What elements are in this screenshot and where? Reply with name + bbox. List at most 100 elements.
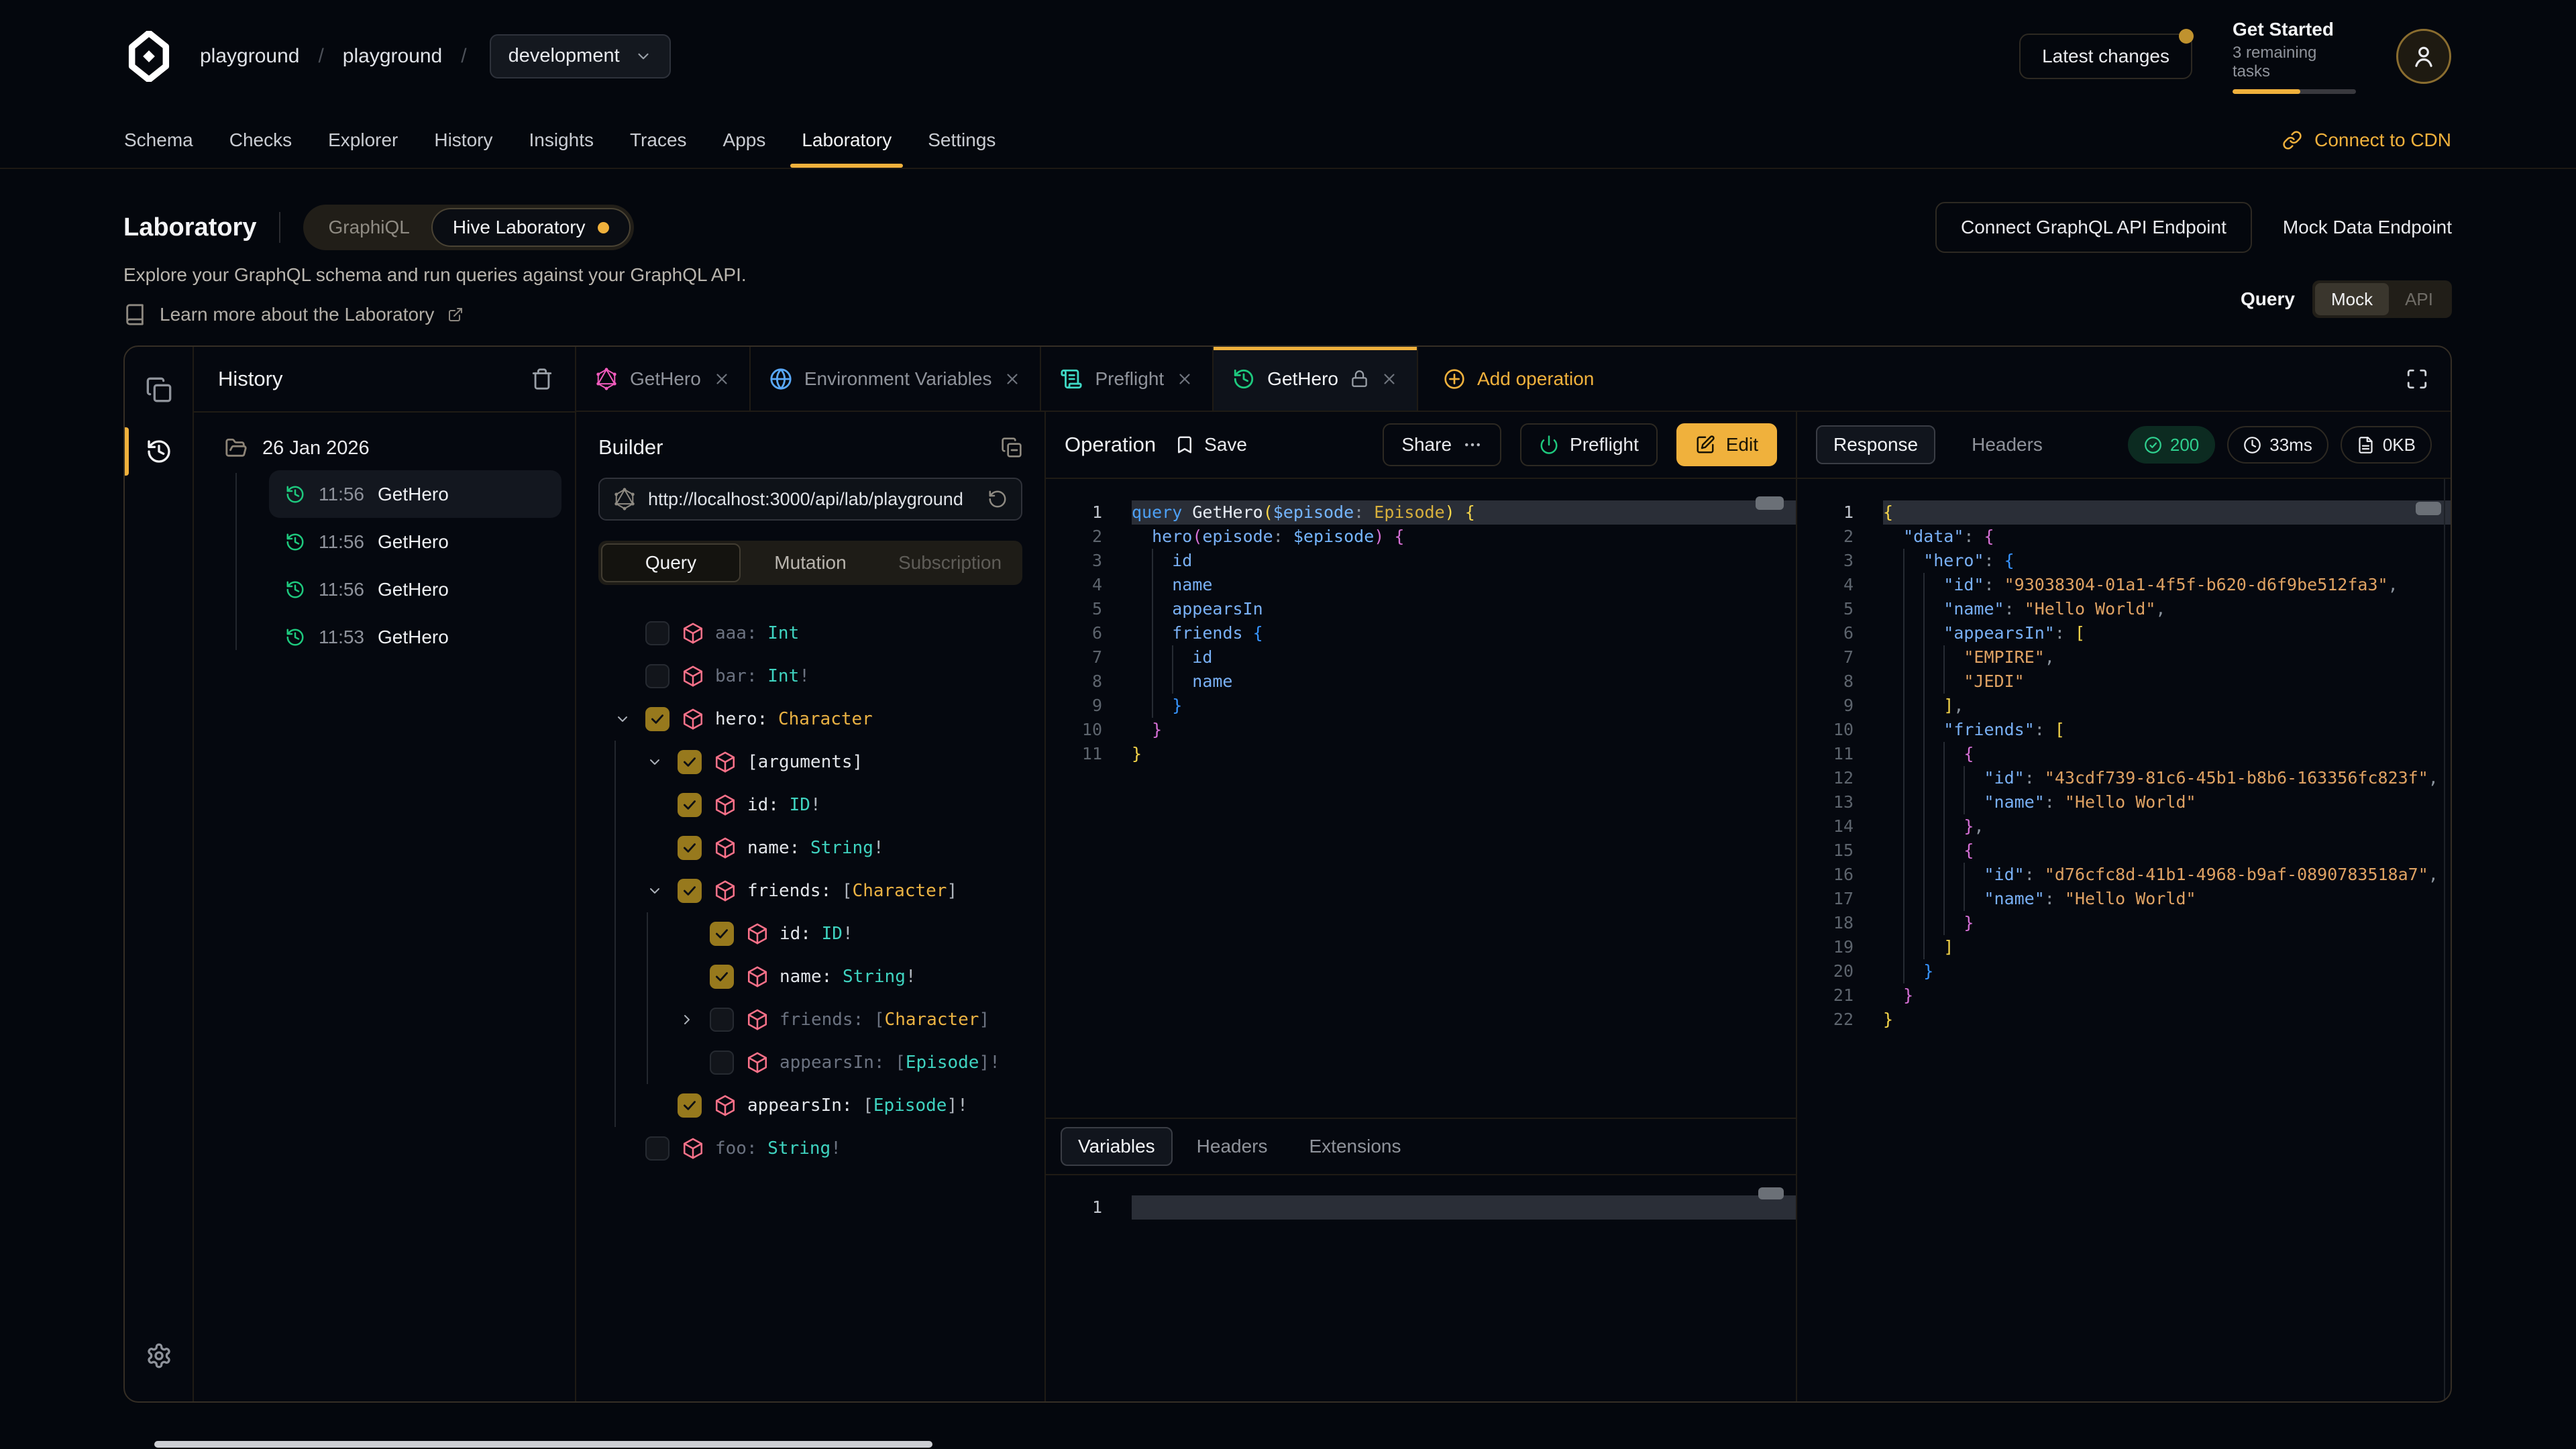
add-operation-button[interactable]: Add operation — [1418, 347, 1619, 411]
tab-extensions[interactable]: Extensions — [1292, 1127, 1419, 1166]
schema-field-row[interactable]: appearsIn: [Episode]! — [598, 1084, 1022, 1127]
scrollbar-thumb[interactable] — [1756, 496, 1784, 510]
field-checkbox[interactable] — [645, 621, 669, 645]
operation-tab-gethero[interactable]: GetHero — [576, 347, 751, 411]
mode-option-hive-laboratory[interactable]: Hive Laboratory — [431, 208, 631, 247]
nav-tab-laboratory[interactable]: Laboratory — [784, 112, 910, 168]
operation-tab-gethero[interactable]: GetHero — [1214, 347, 1418, 411]
schema-field-row[interactable]: name: String! — [598, 955, 1022, 998]
variables-editor[interactable]: 1 — [1046, 1175, 1796, 1401]
close-icon[interactable] — [1381, 370, 1398, 388]
field-checkbox[interactable] — [678, 1093, 702, 1118]
schema-field-row[interactable]: id: ID! — [598, 912, 1022, 955]
field-checkbox[interactable] — [710, 1008, 734, 1032]
schema-field-row[interactable]: friends: [Character] — [598, 869, 1022, 912]
schema-field-row[interactable]: appearsIn: [Episode]! — [598, 1041, 1022, 1084]
save-button[interactable]: Save — [1175, 434, 1247, 455]
field-colon-space — [885, 1053, 896, 1073]
operation-tab-environment-variables[interactable]: Environment Variables — [751, 347, 1042, 411]
close-icon[interactable] — [1004, 370, 1021, 388]
latest-changes-button[interactable]: Latest changes — [2019, 34, 2192, 79]
history-date-group[interactable]: 26 Jan 2026 — [225, 437, 575, 460]
field-checkbox[interactable] — [678, 879, 702, 903]
field-checkbox[interactable] — [710, 965, 734, 989]
indent-guide — [1903, 621, 1923, 645]
connect-endpoint-button[interactable]: Connect GraphQL API Endpoint — [1935, 202, 2252, 253]
nav-tab-insights[interactable]: Insights — [511, 112, 612, 168]
breadcrumb-project[interactable]: playground — [343, 45, 442, 68]
tab-response[interactable]: Response — [1816, 425, 1935, 464]
scrollbar-thumb[interactable] — [1758, 1187, 1784, 1199]
schema-field-row[interactable]: hero: Character — [598, 698, 1022, 741]
collapse-builder-button[interactable] — [1001, 437, 1022, 458]
tab-mutation[interactable]: Mutation — [741, 543, 880, 582]
refresh-schema-button[interactable] — [987, 489, 1008, 509]
nav-tab-history[interactable]: History — [416, 112, 511, 168]
nav-tab-checks[interactable]: Checks — [211, 112, 310, 168]
nav-tab-schema[interactable]: Schema — [106, 112, 211, 168]
breadcrumb-org[interactable]: playground — [200, 45, 299, 68]
tab-query[interactable]: Query — [601, 543, 741, 582]
settings-rail-button[interactable] — [125, 1325, 193, 1387]
history-item[interactable]: 11:53GetHero — [269, 613, 561, 661]
nav-tab-explorer[interactable]: Explorer — [310, 112, 416, 168]
field-checkbox[interactable] — [678, 750, 702, 774]
endpoint-url-input[interactable]: http://localhost:3000/api/lab/playground — [598, 478, 1022, 521]
schema-field-row[interactable]: id: ID! — [598, 784, 1022, 826]
token: : — [2055, 621, 2075, 645]
field-checkbox[interactable] — [710, 922, 734, 946]
nav-tab-apps[interactable]: Apps — [705, 112, 784, 168]
schema-field-row[interactable]: foo: String! — [598, 1127, 1022, 1170]
schema-field-row[interactable]: aaa: Int — [598, 612, 1022, 655]
history-rail-button[interactable] — [125, 421, 193, 482]
chevron-down-icon[interactable] — [647, 883, 678, 899]
edit-button[interactable]: Edit — [1676, 423, 1777, 466]
field-checkbox[interactable] — [678, 793, 702, 817]
scrollbar-thumb[interactable] — [2416, 502, 2441, 515]
operation-tab-preflight[interactable]: Preflight — [1041, 347, 1214, 411]
mock-endpoint-button[interactable]: Mock Data Endpoint — [2283, 217, 2452, 238]
connect-cdn-link[interactable]: Connect to CDN — [2282, 129, 2451, 151]
collections-rail-button[interactable] — [125, 359, 193, 421]
endpoint-mode-mock[interactable]: Mock — [2315, 283, 2389, 315]
tab-headers[interactable]: Headers — [1179, 1127, 1285, 1166]
indent — [1132, 597, 1152, 621]
field-checkbox[interactable] — [710, 1051, 734, 1075]
query-editor[interactable]: 1query GetHero($episode: Episode) {2hero… — [1046, 479, 1796, 1118]
fullscreen-button[interactable] — [2383, 347, 2451, 411]
user-avatar[interactable] — [2396, 29, 2451, 84]
mode-option-graphiql[interactable]: GraphiQL — [307, 208, 431, 247]
chevron-right-icon[interactable] — [679, 1012, 710, 1028]
field-checkbox[interactable] — [678, 836, 702, 860]
tab-subscription[interactable]: Subscription — [880, 543, 1020, 582]
target-select[interactable]: development — [490, 34, 671, 78]
chevron-down-icon[interactable] — [614, 711, 645, 727]
clear-history-button[interactable] — [531, 368, 553, 390]
share-button[interactable]: Share — [1383, 423, 1501, 466]
nav-tab-settings[interactable]: Settings — [910, 112, 1014, 168]
field-checkbox[interactable] — [645, 1136, 669, 1161]
tab-variables[interactable]: Variables — [1061, 1127, 1173, 1166]
close-icon[interactable] — [713, 370, 731, 388]
horizontal-scrollbar[interactable] — [154, 1441, 932, 1448]
history-item[interactable]: 11:56GetHero — [269, 470, 561, 518]
history-item[interactable]: 11:56GetHero — [269, 518, 561, 566]
tab-response-headers[interactable]: Headers — [1954, 425, 2060, 464]
chevron-down-icon[interactable] — [647, 754, 678, 770]
chevron-icon — [647, 754, 663, 770]
type-bracket: ] — [947, 1095, 957, 1116]
schema-field-row[interactable]: name: String! — [598, 826, 1022, 869]
close-icon[interactable] — [1176, 370, 1193, 388]
field-checkbox[interactable] — [645, 707, 669, 731]
field-checkbox[interactable] — [645, 664, 669, 688]
schema-field-row[interactable]: friends: [Character] — [598, 998, 1022, 1041]
response-viewer[interactable]: 1{2"data": {3"hero": {4"id": "93038304-0… — [1797, 479, 2451, 1401]
preflight-button[interactable]: Preflight — [1520, 423, 1658, 466]
learn-more-link[interactable]: Learn more about the Laboratory — [123, 303, 2452, 326]
schema-field-row[interactable]: bar: Int! — [598, 655, 1022, 698]
get-started-widget[interactable]: Get Started 3 remaining tasks — [2233, 19, 2356, 94]
endpoint-mode-api[interactable]: API — [2389, 283, 2449, 315]
nav-tab-traces[interactable]: Traces — [612, 112, 705, 168]
schema-field-row[interactable]: [arguments] — [598, 741, 1022, 784]
history-item[interactable]: 11:56GetHero — [269, 566, 561, 613]
